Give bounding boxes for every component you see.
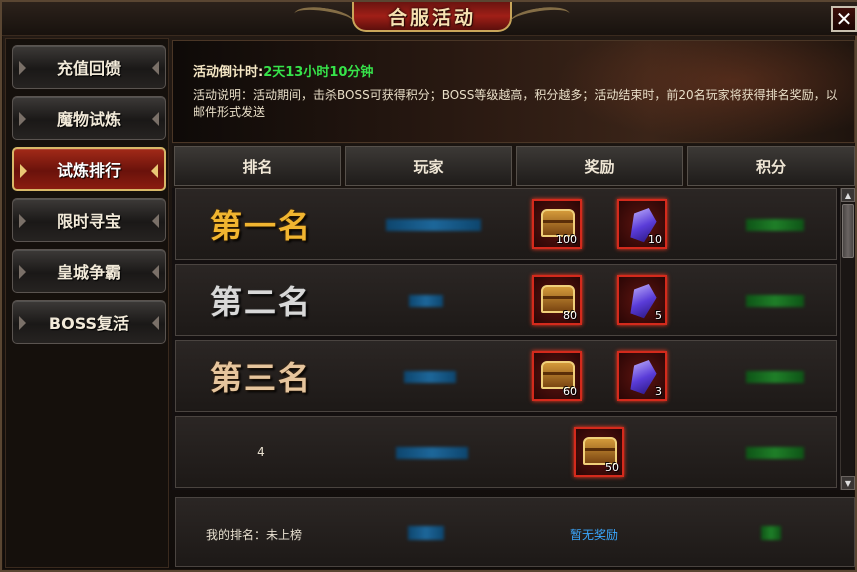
score-blurred: [746, 295, 804, 307]
reward-item[interactable]: 60: [532, 351, 582, 401]
sidebar-item-label: 限时寻宝: [56, 212, 121, 231]
close-button[interactable]: ✕: [831, 6, 857, 32]
item-count: 5: [655, 309, 662, 322]
item-count: 50: [605, 461, 619, 474]
score-blurred: [746, 371, 804, 383]
player-name-blurred: [408, 526, 444, 540]
column-header-reward: 奖励: [516, 146, 683, 186]
sidebar-item-label: BOSS复活: [48, 314, 130, 333]
table-row: 第三名 60 3: [175, 340, 837, 412]
reward-item[interactable]: 10: [617, 199, 667, 249]
countdown-value: 2天13小时10分钟: [263, 65, 374, 80]
sidebar-item-label: 皇城争霸: [56, 263, 121, 282]
list-scrollbar[interactable]: ▲ ▼: [840, 188, 855, 490]
score-blurred: [746, 219, 804, 231]
table-row: 第二名 80 5: [175, 264, 837, 336]
sidebar: 充值回馈 魔物试炼 试炼排行 限时寻宝 皇城争霸 BOSS复活: [5, 38, 169, 568]
event-description: 活动说明：活动期间，击杀BOSS可获得积分；BOSS等级越高，积分越多；活动结束…: [193, 88, 838, 119]
sidebar-item-trial-ranking[interactable]: 试炼排行: [12, 147, 166, 191]
player-name-blurred: [409, 295, 443, 307]
sidebar-item-boss-revive[interactable]: BOSS复活: [12, 300, 166, 344]
scroll-up-arrow-icon[interactable]: ▲: [841, 188, 855, 202]
ornament-left: [292, 3, 356, 33]
title-plate: 合服活动: [352, 2, 512, 32]
sidebar-item-monster-trial[interactable]: 魔物试炼: [12, 96, 166, 140]
sidebar-item-label: 试炼排行: [56, 161, 121, 180]
my-reward-link[interactable]: 暂无奖励: [570, 526, 618, 543]
rank-third-label: 第三名: [209, 359, 312, 397]
event-window: 合服活动 ✕ 充值回馈 魔物试炼 试炼排行 限时寻宝 皇城争霸 BOSS复活 活…: [0, 0, 857, 572]
score-blurred: [761, 526, 781, 540]
title-bar: 合服活动 ✕: [2, 2, 857, 36]
scroll-thumb[interactable]: [842, 204, 854, 258]
column-header-score: 积分: [687, 146, 855, 186]
sidebar-item-label: 魔物试炼: [56, 110, 121, 129]
player-name-blurred: [396, 447, 468, 459]
score-blurred: [746, 447, 804, 459]
sidebar-item-limited-treasure[interactable]: 限时寻宝: [12, 198, 166, 242]
reward-item[interactable]: 80: [532, 275, 582, 325]
player-name-blurred: [386, 219, 481, 231]
countdown: 活动倒计时:2天13小时10分钟: [193, 61, 373, 80]
my-rank-panel: 我的排名：未上榜 暂无奖励: [175, 497, 855, 567]
my-rank-label: 我的排名：未上榜: [206, 528, 303, 542]
countdown-label: 活动倒计时:: [193, 65, 264, 80]
sidebar-item-recharge-reward[interactable]: 充值回馈: [12, 45, 166, 89]
window-title: 合服活动: [387, 6, 476, 29]
reward-item[interactable]: 50: [574, 427, 624, 477]
reward-item[interactable]: 100: [532, 199, 582, 249]
player-name-blurred: [404, 371, 456, 383]
rank-first-label: 第一名: [209, 207, 312, 245]
rank-number: 4: [257, 445, 265, 459]
close-icon: ✕: [835, 7, 853, 31]
item-count: 3: [655, 385, 662, 398]
table-row: 第一名 100 10: [175, 188, 837, 260]
item-count: 100: [556, 233, 577, 246]
ranking-list: 第一名 100 10 第二名 80 5 第三名 60 3 4 50: [172, 188, 855, 490]
item-count: 10: [648, 233, 662, 246]
column-header-player: 玩家: [345, 146, 512, 186]
table-row: 4 50: [175, 416, 837, 488]
table-header: 排名 玩家 奖励 积分: [172, 144, 855, 188]
rank-second-label: 第二名: [209, 283, 312, 321]
info-banner: 活动倒计时:2天13小时10分钟 活动说明：活动期间，击杀BOSS可获得积分；B…: [172, 40, 855, 143]
item-count: 60: [563, 385, 577, 398]
ornament-right: [508, 3, 572, 33]
reward-item[interactable]: 5: [617, 275, 667, 325]
sidebar-item-label: 充值回馈: [56, 59, 121, 78]
sidebar-item-castle-war[interactable]: 皇城争霸: [12, 249, 166, 293]
column-header-rank: 排名: [174, 146, 341, 186]
item-count: 80: [563, 309, 577, 322]
scroll-down-arrow-icon[interactable]: ▼: [841, 476, 855, 490]
reward-item[interactable]: 3: [617, 351, 667, 401]
